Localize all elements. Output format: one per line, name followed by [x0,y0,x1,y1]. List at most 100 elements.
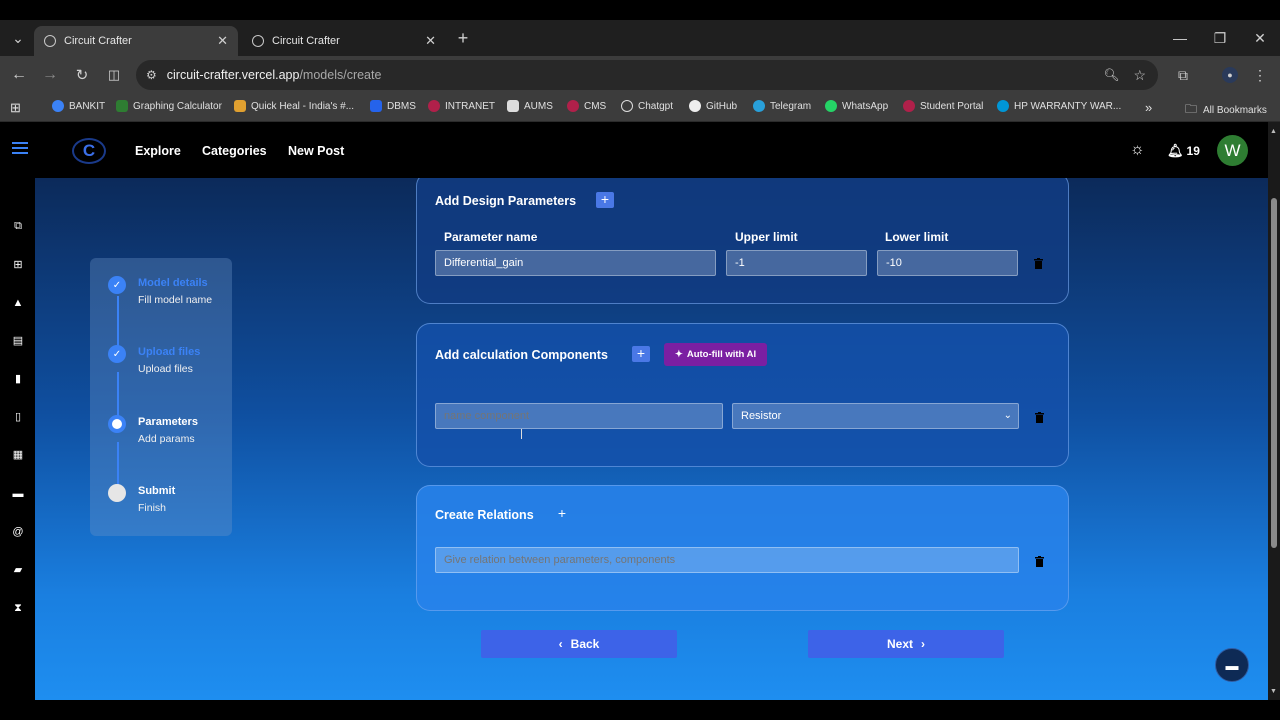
notifications-button[interactable]: 🔔︎ 19 [1167,143,1200,159]
add-square-icon[interactable]: ⊞ [12,259,24,271]
hamburger-menu-icon[interactable] [12,142,28,154]
back-icon[interactable]: ← [10,66,28,84]
auto-fill-ai-button[interactable]: ✦ Auto-fill with AI [664,343,767,366]
tab-search-icon[interactable]: ⌄ [10,30,26,46]
bookmark-hp-warranty[interactable]: HP WARRANTY WAR... [997,100,1121,112]
new-tab-icon[interactable]: + [455,28,471,48]
minimize-icon[interactable]: — [1172,28,1188,48]
side-panel-icon[interactable]: ◫ [105,66,123,84]
folder-upload-icon[interactable]: ▰ [12,564,24,576]
bell-icon: 🔔︎ [1167,143,1184,158]
step-title: Upload files [138,346,201,358]
page-scrollbar[interactable]: ▲ ▼ [1268,122,1280,700]
component-name-input[interactable] [435,403,723,429]
extensions-icon[interactable]: ⧉ [1174,66,1192,84]
site-info-icon[interactable]: ⚙ [146,68,157,82]
folder-icon: 🗀 [1185,102,1198,116]
tab-close-icon[interactable]: ✕ [217,33,228,49]
at-icon[interactable]: @ [12,526,24,538]
auto-fill-ai-label: Auto-fill with AI [686,349,757,360]
tab-close-icon[interactable]: ✕ [425,33,436,49]
main-content: ✓ Model details Fill model name ✓ Upload… [35,178,1268,700]
chevron-right-icon: › [921,637,925,651]
forward-icon[interactable]: → [41,66,59,84]
apps-grid-icon[interactable]: ⊞ [10,100,21,116]
nav-new-post[interactable]: New Post [288,144,344,158]
reload-icon[interactable]: ↻ [73,66,91,84]
back-button[interactable]: ‹ Back [481,630,677,658]
upper-limit-input[interactable]: -1 [726,250,867,276]
add-component-button[interactable]: + [632,346,650,362]
circuit-crafter-logo[interactable]: C [72,138,106,164]
delete-relation-trash-icon[interactable] [1035,556,1044,567]
step-subtitle: Upload files [138,363,193,375]
progress-stepper: ✓ Model details Fill model name ✓ Upload… [90,258,232,536]
notification-count: 19 [1186,144,1200,158]
delete-parameter-trash-icon[interactable] [1034,258,1043,269]
bookmark-cms[interactable]: CMS [567,100,606,112]
bookmark-student-portal[interactable]: Student Portal [903,100,983,112]
back-label: Back [570,637,600,651]
document-icon[interactable]: ▯ [12,411,24,423]
zoom-icon[interactable]: 🔍︎ [1104,68,1120,83]
bookmark-aums[interactable]: AUMS [507,100,553,112]
archive-icon[interactable]: ▤ [12,335,24,347]
nav-categories[interactable]: Categories [202,144,267,158]
calculation-components-card: Add calculation Components + ✦ Auto-fill… [416,323,1069,467]
all-bookmarks[interactable]: 🗀 All Bookmarks [1185,100,1267,121]
delete-component-trash-icon[interactable] [1035,412,1044,423]
add-parameter-button[interactable]: + [596,192,614,208]
more-bookmarks-icon[interactable]: » [1145,100,1152,115]
bookmark-graphing-calculator[interactable]: Graphing Calculator [116,100,222,112]
bookmark-star-icon[interactable]: ☆ [1133,67,1146,84]
copy-icon[interactable]: ⧉ [12,220,24,232]
theme-toggle-sun-icon[interactable]: ☼ [1130,141,1145,159]
left-icon-rail: ⧉ ⊞ ▲ ▤ ▮ ▯ ▦ ▬ @ ▰ ⧗ [0,178,35,700]
lower-limit-input[interactable]: -10 [877,250,1018,276]
scroll-up-icon[interactable]: ▲ [1270,128,1277,135]
shapes-icon[interactable]: ▲ [12,297,24,309]
relation-input[interactable] [435,547,1019,573]
hp-icon [997,100,1009,112]
bookmark-icon[interactable]: ▮ [12,373,24,385]
browser-tab-2[interactable]: Circuit Crafter ✕ [242,26,446,56]
bookmark-label: BANKIT [69,100,106,112]
bookmark-intranet[interactable]: INTRANET [428,100,495,112]
restore-icon[interactable]: ❐ [1212,28,1228,48]
bookmark-bankit[interactable]: BANKIT [52,100,105,112]
step-subtitle: Add params [138,433,195,445]
bookmark-telegram[interactable]: Telegram [753,100,811,112]
step-title: Submit [138,485,176,497]
avatar[interactable]: W [1217,135,1248,166]
scrollbar-thumb[interactable] [1271,198,1277,548]
bookmark-chatgpt[interactable]: Chatgpt [621,100,673,112]
browser-tab-1[interactable]: Circuit Crafter ✕ [34,26,238,56]
address-bar[interactable]: ⚙ circuit-crafter.vercel.app/models/crea… [136,60,1158,90]
scroll-down-icon[interactable]: ▼ [1270,688,1277,695]
profile-icon[interactable]: ● [1222,67,1238,83]
chat-bubble-icon[interactable]: ▬ [12,488,24,500]
aums-icon [507,100,519,112]
parameter-name-input[interactable]: Differential_gain [435,250,716,276]
menu-kebab-icon[interactable]: ⋮ [1252,66,1268,84]
bookmark-label: HP WARRANTY WAR... [1014,100,1122,112]
close-window-icon[interactable]: ✕ [1252,28,1268,48]
bankit-icon [52,100,64,112]
bookmark-label: Telegram [770,100,812,112]
bookmark-label: CMS [584,100,607,112]
bookmark-github[interactable]: GitHub [689,100,737,112]
intranet-icon [428,100,440,112]
check-icon: ✓ [108,276,126,294]
add-relation-button[interactable]: + [553,506,571,522]
bookmark-whatsapp[interactable]: WhatsApp [825,100,888,112]
next-button[interactable]: Next › [808,630,1004,658]
notes-icon[interactable]: ▦ [12,449,24,461]
nav-explore[interactable]: Explore [135,144,181,158]
hourglass-icon[interactable]: ⧗ [12,602,24,614]
stepper-connector [117,296,119,352]
chat-widget-button[interactable]: ▬ [1215,648,1249,682]
component-type-value: Resistor [741,410,782,422]
component-type-select[interactable]: Resistor ⌄ [732,403,1019,429]
bookmark-dbms[interactable]: DBMS [370,100,416,112]
bookmark-quick-heal[interactable]: Quick Heal - India's #... [234,100,354,112]
